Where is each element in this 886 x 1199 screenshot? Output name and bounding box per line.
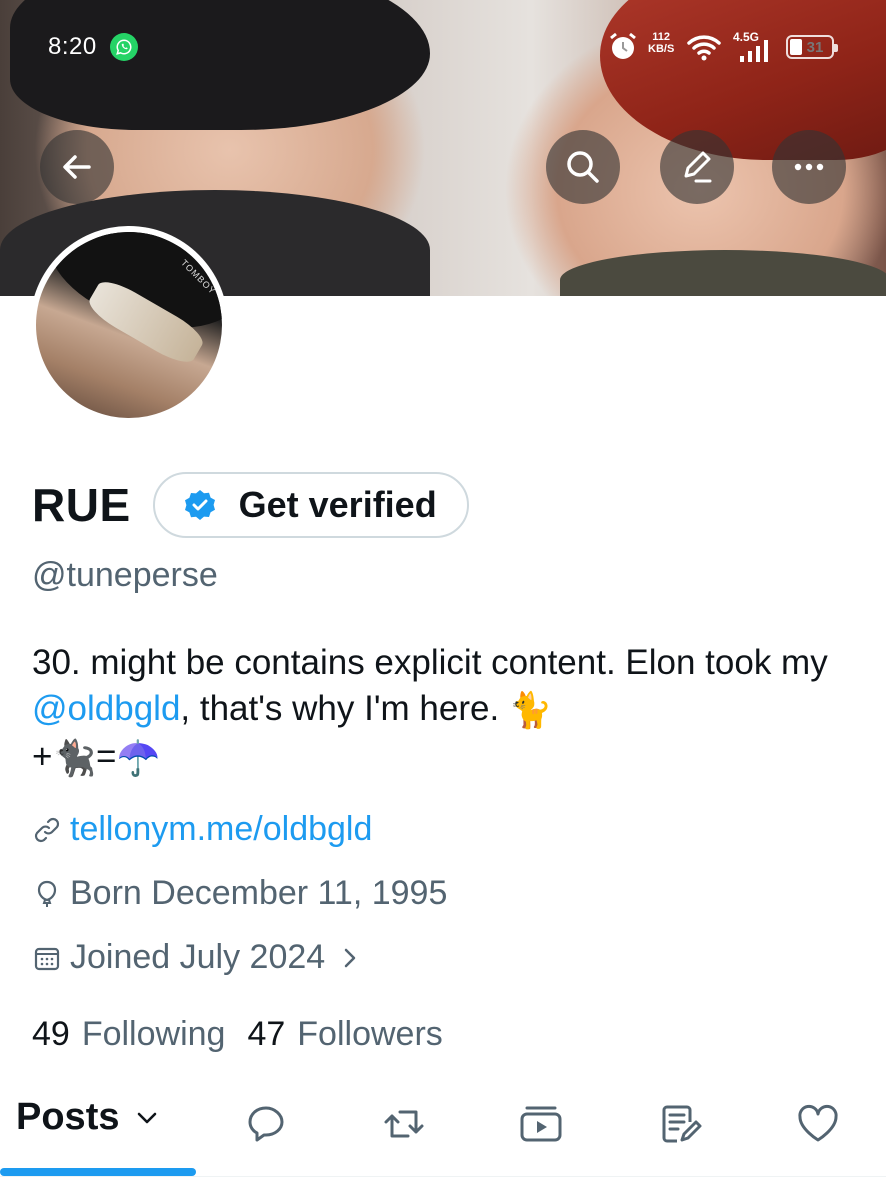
followers-link[interactable]: 47 Followers (247, 1015, 442, 1054)
edit-profile-button[interactable] (660, 130, 734, 204)
bio: 30. might be contains explicit content. … (32, 640, 852, 782)
follow-stats: 49 Following 47 Followers (32, 1015, 465, 1054)
following-link[interactable]: 49 Following (32, 1015, 225, 1054)
whatsapp-icon (110, 33, 138, 61)
cat-emoji: 🐈 (508, 690, 553, 730)
tabs-divider (0, 1176, 886, 1177)
bio-text: 30. might be contains explicit content. … (32, 643, 828, 682)
avatar-image: TOMBOY (36, 232, 222, 418)
wifi-icon (687, 35, 721, 61)
more-icon (794, 163, 824, 171)
bio-text-2: , that's why I'm here. (180, 689, 509, 728)
calendar-icon (34, 947, 60, 970)
website-link[interactable]: tellonym.me/oldbgld (32, 810, 372, 849)
chevron-right-icon (344, 948, 356, 967)
alarm-icon (610, 32, 636, 59)
display-name: RUE (32, 479, 131, 531)
following-count: 49 (32, 1015, 70, 1053)
arrow-left-icon (63, 155, 91, 179)
battery-icon: 31 (786, 35, 838, 59)
search-icon (567, 151, 599, 183)
edit-icon (684, 151, 712, 183)
birth-date: Born December 11, 1995 (70, 874, 448, 912)
website-url[interactable]: tellonym.me/oldbgld (70, 810, 372, 849)
network-speed: 112 KB/S (648, 31, 675, 55)
get-verified-label: Get verified (238, 484, 437, 525)
bio-mention-link[interactable]: @oldbgld (32, 689, 180, 728)
status-bar: 8:20 112 KB/S 4.5G 31 (0, 0, 886, 90)
get-verified-button[interactable]: Get verified (152, 472, 469, 538)
black-cat-emoji: 🐈‍⬛ (52, 738, 97, 778)
repost-icon[interactable] (380, 1100, 428, 1148)
tab-posts-label: Posts (16, 1096, 120, 1138)
back-button[interactable] (40, 130, 114, 204)
umbrella-emoji: ☂️ (116, 738, 161, 778)
signal-icon (740, 40, 768, 62)
joined-date: Joined July 2024 (70, 938, 326, 976)
birth-date-row: Born December 11, 1995 (32, 874, 447, 913)
joined-date-row[interactable]: Joined July 2024 (32, 938, 373, 977)
chevron-down-icon (138, 1112, 157, 1123)
media-icon[interactable] (517, 1100, 565, 1148)
active-tab-indicator (0, 1168, 196, 1176)
more-button[interactable] (772, 130, 846, 204)
like-icon[interactable] (794, 1100, 842, 1148)
bio-equals: = (96, 736, 117, 776)
following-label: Following (81, 1015, 226, 1053)
avatar[interactable]: TOMBOY (30, 226, 228, 424)
handle: @tuneperse (32, 556, 218, 594)
banner-figure-right-shirt (560, 250, 886, 296)
battery-level: 31 (806, 38, 824, 56)
articles-icon[interactable] (656, 1100, 704, 1148)
name-row: RUE Get verified (32, 472, 469, 538)
verified-badge-icon (184, 490, 215, 520)
bio-plus: + (32, 736, 53, 776)
balloon-icon (37, 880, 57, 907)
status-time: 8:20 (48, 33, 97, 60)
followers-label: Followers (297, 1015, 443, 1053)
tab-posts[interactable]: Posts (16, 1096, 161, 1139)
profile-tabs: Posts (0, 1082, 886, 1182)
search-button[interactable] (546, 130, 620, 204)
followers-count: 47 (247, 1015, 286, 1053)
reply-icon[interactable] (242, 1100, 290, 1148)
link-icon (34, 817, 60, 842)
